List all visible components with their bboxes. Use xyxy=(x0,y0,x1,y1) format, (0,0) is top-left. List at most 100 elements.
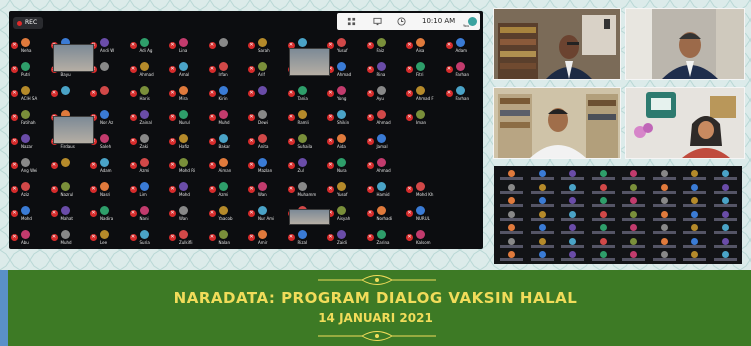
mini-participant-tile[interactable] xyxy=(681,183,708,196)
participant-tile[interactable]: ✕ Jamal xyxy=(366,131,405,157)
participant-tile[interactable]: ✕ Arif xyxy=(247,59,286,85)
participant-tile[interactable]: ✕ Nura xyxy=(326,155,365,181)
participant-tile[interactable]: ✕ Zaki xyxy=(129,131,168,157)
mini-participant-tile[interactable] xyxy=(712,210,739,223)
participant-tile[interactable]: ✕ Mohd Ri xyxy=(168,155,207,181)
participant-tile[interactable]: ✕ Faiz xyxy=(366,35,405,61)
mini-participant-tile[interactable] xyxy=(559,169,586,182)
mini-participant-tile[interactable] xyxy=(590,196,617,209)
participant-tile[interactable]: ✕ Yaacob xyxy=(208,203,247,229)
participant-tile[interactable]: ✕ Adam xyxy=(445,35,484,61)
participant-tile[interactable]: ✕ Aiman xyxy=(208,155,247,181)
mini-participant-tile[interactable] xyxy=(651,196,678,209)
participant-tile[interactable]: ✕ Kirin xyxy=(208,83,247,109)
participant-tile[interactable]: ✕ Lee xyxy=(89,227,128,249)
participant-tile[interactable]: ✕ Nazar xyxy=(10,131,49,157)
participant-tile[interactable]: ✕ Anita xyxy=(247,131,286,157)
participant-video[interactable] xyxy=(289,48,330,76)
mini-participant-tile[interactable] xyxy=(651,250,678,263)
mini-participant-tile[interactable] xyxy=(620,169,647,182)
participant-tile[interactable]: ✕ Wan xyxy=(168,203,207,229)
mini-participant-tile[interactable] xyxy=(529,169,556,182)
mini-participant-tile[interactable] xyxy=(529,237,556,250)
participant-tile[interactable]: ✕ Suhaila xyxy=(287,131,326,157)
participant-tile[interactable]: ✕ Muhamm xyxy=(287,179,326,205)
participant-tile[interactable]: ✕ Mohd Kh xyxy=(405,179,444,205)
participant-tile[interactable]: ✕ Zulkifli xyxy=(168,227,207,249)
mini-participant-tile[interactable] xyxy=(651,210,678,223)
participant-tile[interactable]: ✕ Adi Ag xyxy=(129,35,168,61)
mini-participant-tile[interactable] xyxy=(590,250,617,263)
participant-tile[interactable]: ✕ Farhan xyxy=(445,59,484,85)
participant-tile[interactable]: ✕ NURUL xyxy=(405,203,444,229)
participant-tile[interactable]: ✕ Nasri xyxy=(89,179,128,205)
participant-tile[interactable]: ✕Andi W xyxy=(89,35,128,61)
participant-tile[interactable]: ✕ Nurul xyxy=(168,107,207,133)
participant-tile[interactable]: ✕ Yusof xyxy=(326,179,365,205)
mini-participant-tile[interactable] xyxy=(529,223,556,236)
participant-tile[interactable]: ✕ Aisa xyxy=(405,35,444,61)
participant-tile[interactable]: ✕ Kalsom xyxy=(405,227,444,249)
mini-participant-tile[interactable] xyxy=(712,196,739,209)
participant-tile[interactable]: ✕ Aziz xyxy=(10,179,49,205)
participant-tile[interactable]: ✕ Ahmad xyxy=(366,107,405,133)
participant-tile[interactable]: ✕ Azmi xyxy=(208,179,247,205)
mini-participant-tile[interactable] xyxy=(590,223,617,236)
mini-participant-tile[interactable] xyxy=(498,250,525,263)
mini-participant-tile[interactable] xyxy=(559,223,586,236)
participant-tile[interactable]: ✕ Ang Wei xyxy=(10,155,49,181)
participant-tile[interactable]: ✕ Rina xyxy=(366,59,405,85)
participant-tile[interactable]: ✕ Ayu xyxy=(366,83,405,109)
participant-tile[interactable]: ✕ Muhd xyxy=(50,227,89,249)
monitor-icon[interactable] xyxy=(373,17,382,26)
participant-tile[interactable]: ✕ Farhan xyxy=(445,83,484,109)
mini-participant-tile[interactable] xyxy=(712,183,739,196)
mini-participant-tile[interactable] xyxy=(681,196,708,209)
participant-tile[interactable]: ✕ Fitri xyxy=(405,59,444,85)
participant-tile[interactable]: ✕ Ramli xyxy=(287,107,326,133)
mini-participant-tile[interactable] xyxy=(712,223,739,236)
participant-tile[interactable]: ✕ Lina xyxy=(168,35,207,61)
mini-participant-tile[interactable] xyxy=(651,223,678,236)
mini-participant-tile[interactable] xyxy=(651,169,678,182)
speaker-video-2[interactable] xyxy=(625,8,745,80)
participant-tile[interactable]: ✕ xyxy=(89,83,128,109)
participant-tile[interactable]: ✕ Haris xyxy=(129,83,168,109)
mini-participant-tile[interactable] xyxy=(620,196,647,209)
participant-tile[interactable]: ✕ xyxy=(247,83,286,109)
participant-tile[interactable]: ✕ Abu xyxy=(10,227,49,249)
participant-tile[interactable]: ✕ Bakar xyxy=(208,131,247,157)
participant-tile[interactable]: ✕ Mazlan xyxy=(247,155,286,181)
participant-tile[interactable]: ✕ xyxy=(50,83,89,109)
mini-participant-tile[interactable] xyxy=(559,210,586,223)
mini-participant-tile[interactable] xyxy=(620,237,647,250)
participant-tile[interactable]: ✕ Zainal xyxy=(129,107,168,133)
mini-participant-tile[interactable] xyxy=(498,183,525,196)
participant-tile[interactable]: ✕ Ahmad F xyxy=(405,83,444,109)
participant-tile[interactable]: ✕ ACIH SA xyxy=(10,83,49,109)
grid-view-icon[interactable] xyxy=(347,17,356,26)
participant-tile[interactable]: ✕ Lim xyxy=(129,179,168,205)
recording-indicator[interactable]: REC xyxy=(13,17,43,29)
participant-tile[interactable]: ✕ Zarina xyxy=(366,227,405,249)
mini-participant-tile[interactable] xyxy=(559,183,586,196)
mini-participant-tile[interactable] xyxy=(681,210,708,223)
participant-video[interactable] xyxy=(53,44,94,72)
participant-tile[interactable]: ✕ Neha xyxy=(10,35,49,61)
participant-tile[interactable]: ✕ Nadira xyxy=(89,203,128,229)
mini-participant-tile[interactable] xyxy=(559,237,586,250)
mini-participant-tile[interactable] xyxy=(620,223,647,236)
participant-tile[interactable]: ✕ Nani xyxy=(129,203,168,229)
participant-tile[interactable]: ✕ Fatihah xyxy=(10,107,49,133)
mini-participant-tile[interactable] xyxy=(529,196,556,209)
participant-tile[interactable]: ✕ xyxy=(208,35,247,61)
speaker-video-1[interactable] xyxy=(493,8,621,80)
participant-tile[interactable]: ✕ Ahmad xyxy=(326,59,365,85)
mini-participant-tile[interactable] xyxy=(620,210,647,223)
mini-participant-tile[interactable] xyxy=(498,237,525,250)
participant-tile[interactable]: ✕ Amal xyxy=(168,59,207,85)
host-avatar[interactable] xyxy=(468,17,477,26)
participant-tile[interactable]: ✕ Dewi xyxy=(247,107,286,133)
participant-tile[interactable]: ✕ Adam xyxy=(89,155,128,181)
participant-tile[interactable]: ✕ Putri xyxy=(10,59,49,85)
